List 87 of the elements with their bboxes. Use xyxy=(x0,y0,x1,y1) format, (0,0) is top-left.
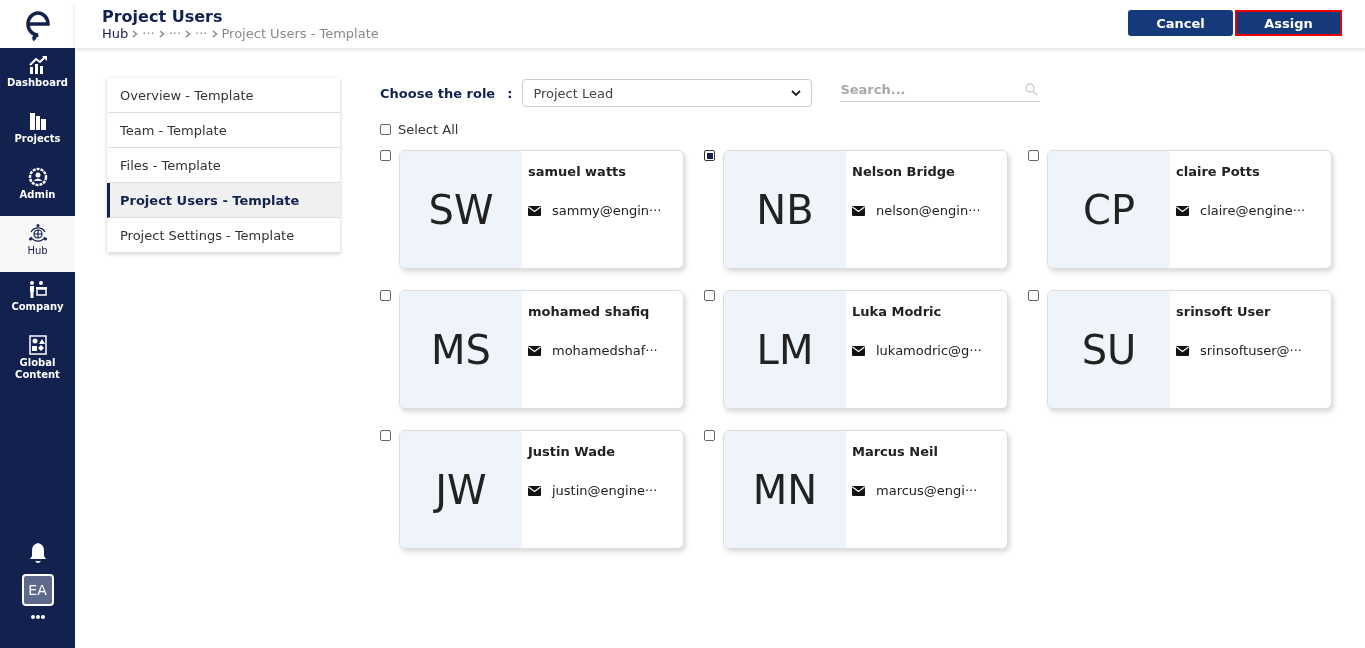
cancel-button[interactable]: Cancel xyxy=(1128,10,1233,36)
checkbox[interactable] xyxy=(1028,290,1039,301)
user-card[interactable]: MS mohamed shafiq mohamedshaf··· xyxy=(399,290,684,409)
bar-chart-icon xyxy=(27,55,48,75)
select-all-label: Select All xyxy=(398,122,459,137)
user-email: sammy@engin··· xyxy=(552,203,662,218)
chevron-down-icon xyxy=(791,89,802,97)
user-card[interactable]: LM Luka Modric lukamodric@g··· xyxy=(723,290,1008,409)
tab[interactable]: Team - Template xyxy=(107,113,340,148)
user-initials: MS xyxy=(400,291,522,408)
checkbox[interactable] xyxy=(704,290,715,301)
sidebar-item[interactable]: Admin xyxy=(0,160,75,216)
gear-person-icon xyxy=(27,167,48,187)
breadcrumb-item[interactable]: ··· xyxy=(168,26,182,41)
assign-button[interactable]: Assign xyxy=(1235,10,1342,36)
role-dropdown[interactable]: Project Lead xyxy=(522,79,813,107)
user-initials: LM xyxy=(724,291,846,408)
user-email: srinsoftuser@··· xyxy=(1200,343,1302,358)
breadcrumb-item[interactable]: ··· xyxy=(195,26,208,41)
user-name: claire Potts xyxy=(1176,164,1261,179)
user-initials: CP xyxy=(1048,151,1170,268)
chevron-icon xyxy=(132,29,139,38)
envelope-icon xyxy=(852,345,865,356)
page-title: Project Users xyxy=(102,7,224,26)
user-email: nelson@engin··· xyxy=(876,203,981,218)
user-email: marcus@engi··· xyxy=(876,483,978,498)
tab[interactable]: Overview - Template xyxy=(107,78,340,113)
breadcrumb-item[interactable]: Hub xyxy=(102,26,129,41)
tab[interactable]: Project Settings - Template xyxy=(107,218,340,253)
checkbox[interactable] xyxy=(380,290,391,301)
separator: : xyxy=(507,85,513,101)
checkbox[interactable] xyxy=(704,150,715,161)
envelope-icon xyxy=(528,345,541,356)
checkbox[interactable] xyxy=(704,430,715,441)
user-avatar[interactable]: EA xyxy=(21,574,54,606)
user-email: justin@engine··· xyxy=(552,483,658,498)
sidebar-item[interactable]: Company xyxy=(0,272,75,328)
user-initials: SW xyxy=(400,151,522,268)
user-name: samuel watts xyxy=(528,164,628,179)
user-card[interactable]: NB Nelson Bridge nelson@engin··· xyxy=(723,150,1008,269)
envelope-icon xyxy=(528,485,541,496)
user-email: claire@engine··· xyxy=(1200,203,1306,218)
chevron-icon xyxy=(185,29,192,38)
user-initials: NB xyxy=(724,151,846,268)
buildings-icon xyxy=(27,111,48,131)
reception-desk-icon xyxy=(27,279,48,299)
user-name: Luka Modric xyxy=(852,304,943,319)
user-initials: JW xyxy=(400,431,522,548)
more-icon[interactable] xyxy=(29,614,46,620)
breadcrumb-item[interactable]: Project Users - Template xyxy=(221,26,379,41)
sidebar-item[interactable]: Projects xyxy=(0,104,75,160)
user-email: mohamedshaf··· xyxy=(552,343,658,358)
search-icon xyxy=(1025,83,1039,96)
user-name: Nelson Bridge xyxy=(852,164,956,179)
globe-network-icon xyxy=(27,223,48,243)
user-card[interactable]: MN Marcus Neil marcus@engi··· xyxy=(723,430,1008,549)
role-label: Choose the role xyxy=(380,85,496,101)
user-card[interactable]: SW samuel watts sammy@engin··· xyxy=(399,150,684,269)
user-card[interactable]: SU srinsoft User srinsoftuser@··· xyxy=(1047,290,1332,409)
envelope-icon xyxy=(1176,205,1189,216)
search-field[interactable]: Search... xyxy=(840,78,1041,102)
user-name: mohamed shafiq xyxy=(528,304,651,319)
user-initials: SU xyxy=(1048,291,1170,408)
checkbox[interactable] xyxy=(1028,150,1039,161)
user-initials: MN xyxy=(724,431,846,548)
checkbox[interactable] xyxy=(380,430,391,441)
envelope-icon xyxy=(852,485,865,496)
tab[interactable]: Project Users - Template xyxy=(107,183,340,218)
user-email: lukamodric@g··· xyxy=(876,343,982,358)
sidebar-item[interactable]: Hub xyxy=(0,216,75,272)
chevron-icon xyxy=(158,29,165,38)
user-card[interactable]: CP claire Potts claire@engine··· xyxy=(1047,150,1332,269)
envelope-icon xyxy=(528,205,541,216)
sidebar-item[interactable]: Dashboard xyxy=(0,48,75,104)
chevron-icon xyxy=(211,29,218,38)
checkbox[interactable] xyxy=(380,150,391,161)
user-card[interactable]: JW Justin Wade justin@engine··· xyxy=(399,430,684,549)
user-name: Justin Wade xyxy=(528,444,617,459)
envelope-icon xyxy=(852,205,865,216)
user-name: Marcus Neil xyxy=(852,444,939,459)
user-name: srinsoft User xyxy=(1176,304,1272,319)
checkbox[interactable] xyxy=(380,124,391,135)
bell-icon[interactable] xyxy=(27,542,48,564)
breadcrumb-item[interactable]: ··· xyxy=(142,26,155,41)
shapes-icon xyxy=(27,335,48,355)
sidebar-item[interactable]: Global Content xyxy=(0,328,75,384)
envelope-icon xyxy=(1176,345,1189,356)
